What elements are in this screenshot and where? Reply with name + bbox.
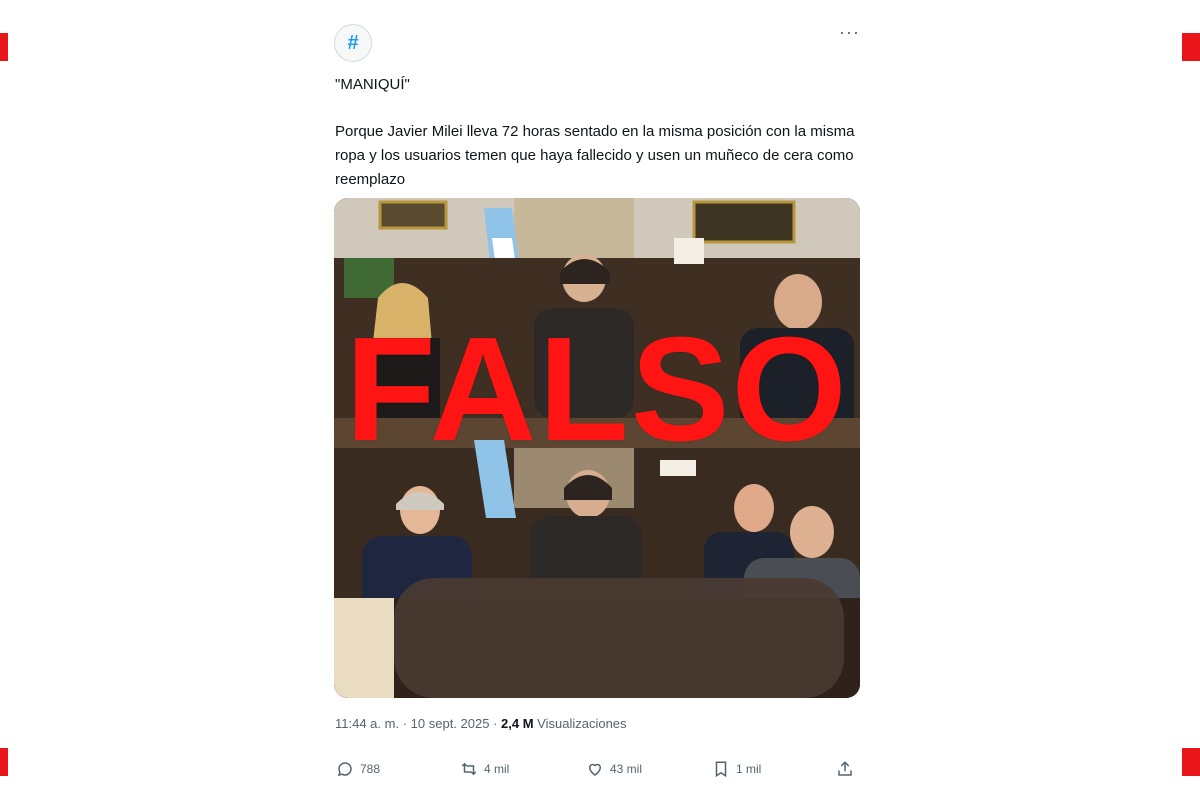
corner-mark-bottom-left <box>0 748 8 776</box>
share-button[interactable] <box>836 760 854 778</box>
retweet-icon <box>461 762 477 776</box>
tweet-media[interactable]: FALSO <box>334 198 860 698</box>
tweet-date[interactable]: 10 sept. 2025 <box>411 716 490 731</box>
reply-count: 788 <box>360 762 381 776</box>
avatar[interactable]: # <box>334 24 372 62</box>
tweet-title: "MANIQUÍ" <box>335 76 410 93</box>
heart-icon <box>588 763 602 776</box>
share-icon <box>838 761 852 776</box>
retweet-count: 4 mil <box>484 762 510 776</box>
tweet-time[interactable]: 11:44 a. m. <box>335 716 399 731</box>
action-bar: 788 4 mil 43 mil 1 mil <box>336 760 856 784</box>
corner-mark-top-right <box>1182 33 1200 61</box>
bookmark-count: 1 mil <box>736 762 762 776</box>
falso-overlay-label: FALSO <box>345 307 849 472</box>
reply-icon <box>337 762 352 777</box>
reply-button[interactable]: 788 <box>336 760 380 778</box>
like-button[interactable]: 43 mil <box>586 760 642 778</box>
tweet-body: Porque Javier Milei lleva 72 horas senta… <box>335 123 855 188</box>
retweet-button[interactable]: 4 mil <box>460 760 509 778</box>
bookmark-icon <box>715 761 727 778</box>
more-options-button[interactable]: ··· <box>839 22 860 43</box>
like-count: 43 mil <box>610 762 643 776</box>
hashtag-icon: # <box>347 31 359 54</box>
views-label: Visualizaciones <box>537 716 627 731</box>
tweet-card: # ··· "MANIQUÍ" Porque Javier Milei llev… <box>318 0 874 800</box>
bookmark-button[interactable]: 1 mil <box>712 760 761 778</box>
corner-mark-top-left <box>0 33 8 61</box>
tweet-meta: 11:44 a. m. · 10 sept. 2025 · 2,4 M Visu… <box>335 716 627 731</box>
views-count: 2,4 M <box>501 716 534 731</box>
corner-mark-bottom-right <box>1182 748 1200 776</box>
